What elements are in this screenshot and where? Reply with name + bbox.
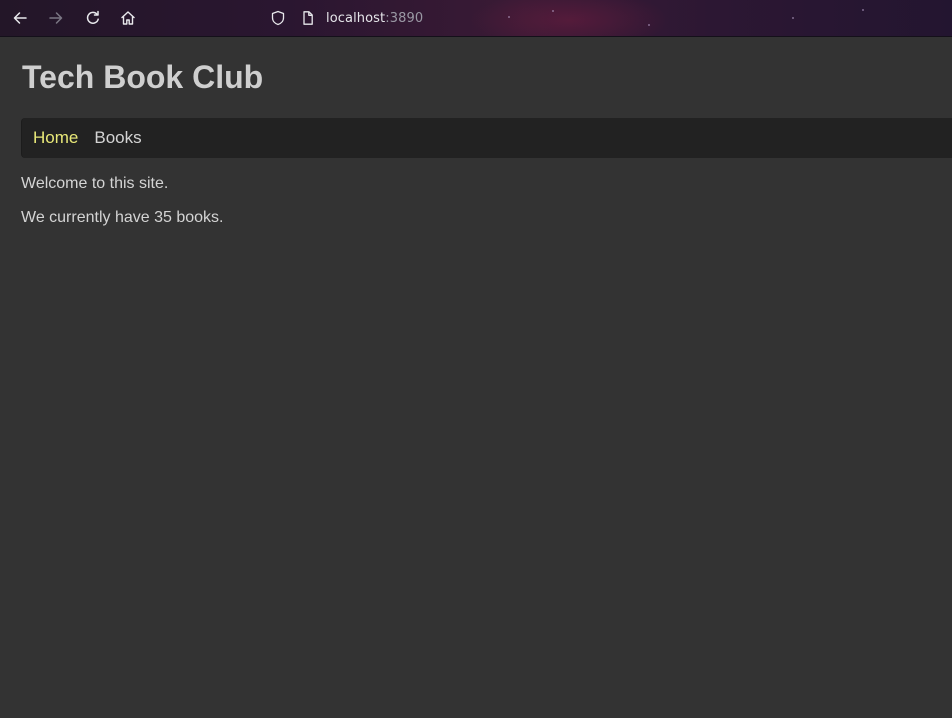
url-bar[interactable]: localhost:3890: [270, 6, 423, 30]
forward-button[interactable]: [44, 6, 68, 30]
welcome-text: Welcome to this site.: [21, 175, 169, 192]
url-text[interactable]: localhost:3890: [326, 11, 423, 26]
reload-icon: [86, 10, 99, 24]
page-title: Tech Book Club: [22, 59, 264, 95]
nav-link-books[interactable]: Books: [94, 128, 141, 148]
browser-toolbar: localhost:3890: [0, 0, 952, 37]
site-navigation: Home Books: [21, 118, 952, 158]
book-count-text: We currently have 35 books.: [21, 209, 224, 226]
background-star: [648, 24, 650, 26]
background-star: [552, 10, 554, 12]
forward-arrow-icon: [49, 12, 63, 24]
url-port: :3890: [385, 10, 424, 26]
back-arrow-icon: [13, 12, 27, 24]
home-icon: [121, 11, 135, 25]
home-button[interactable]: [116, 6, 140, 30]
back-button[interactable]: [8, 6, 32, 30]
page-content: Tech Book Club Home Books Welcome to thi…: [0, 37, 952, 718]
nav-link-home[interactable]: Home: [33, 128, 78, 148]
background-star: [508, 16, 510, 18]
url-host: localhost: [326, 10, 386, 26]
reload-button[interactable]: [81, 6, 105, 30]
background-star: [862, 9, 864, 11]
shield-icon[interactable]: [270, 10, 286, 26]
toolbar-background-glow: [470, 0, 670, 36]
page-icon: [303, 11, 313, 25]
background-star: [792, 17, 794, 19]
